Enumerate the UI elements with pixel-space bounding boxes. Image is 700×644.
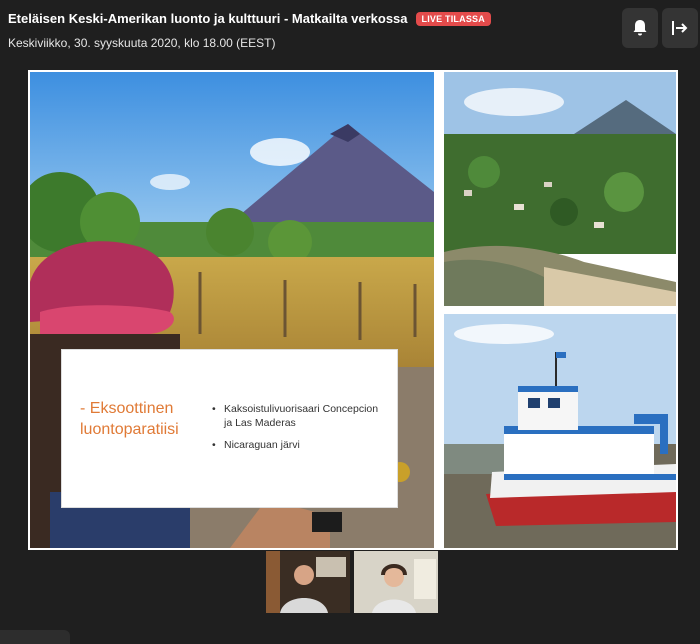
slide-bullet-list: Kaksoistulivuorisaari Concepcion ja Las … bbox=[212, 402, 387, 460]
slide-text-box: - Eksoottinen luontoparatiisi Kaksoistul… bbox=[61, 349, 398, 508]
participant-video-1[interactable] bbox=[266, 551, 350, 613]
notifications-button[interactable] bbox=[622, 8, 658, 48]
aerial-village-photo bbox=[444, 72, 676, 306]
title-row: Eteläisen Keski-Amerikan luonto ja kultt… bbox=[8, 11, 491, 26]
shared-presentation: - Eksoottinen luontoparatiisi Kaksoistul… bbox=[28, 70, 678, 550]
participant-video-strip bbox=[266, 551, 438, 613]
event-date: Keskiviikko, 30. syyskuuta 2020, klo 18.… bbox=[8, 36, 276, 50]
exit-icon bbox=[672, 21, 688, 35]
bottom-corner-tab[interactable] bbox=[0, 630, 70, 644]
slide-bullet: Kaksoistulivuorisaari Concepcion ja Las … bbox=[212, 402, 387, 430]
participant-video-2[interactable] bbox=[354, 551, 438, 613]
live-status-badge: LIVE TILASSA bbox=[415, 11, 491, 26]
slide-heading: - Eksoottinen luontoparatiisi bbox=[80, 400, 179, 438]
volcano-landscape-photo: - Eksoottinen luontoparatiisi Kaksoistul… bbox=[30, 72, 434, 548]
ferry-boat-photo bbox=[444, 314, 676, 548]
event-title: Eteläisen Keski-Amerikan luonto ja kultt… bbox=[8, 11, 408, 26]
event-header: Eteläisen Keski-Amerikan luonto ja kultt… bbox=[0, 0, 700, 70]
slide-bullet: Nicaraguan järvi bbox=[212, 438, 387, 452]
bell-icon bbox=[633, 20, 647, 36]
leave-event-button[interactable] bbox=[662, 8, 698, 48]
